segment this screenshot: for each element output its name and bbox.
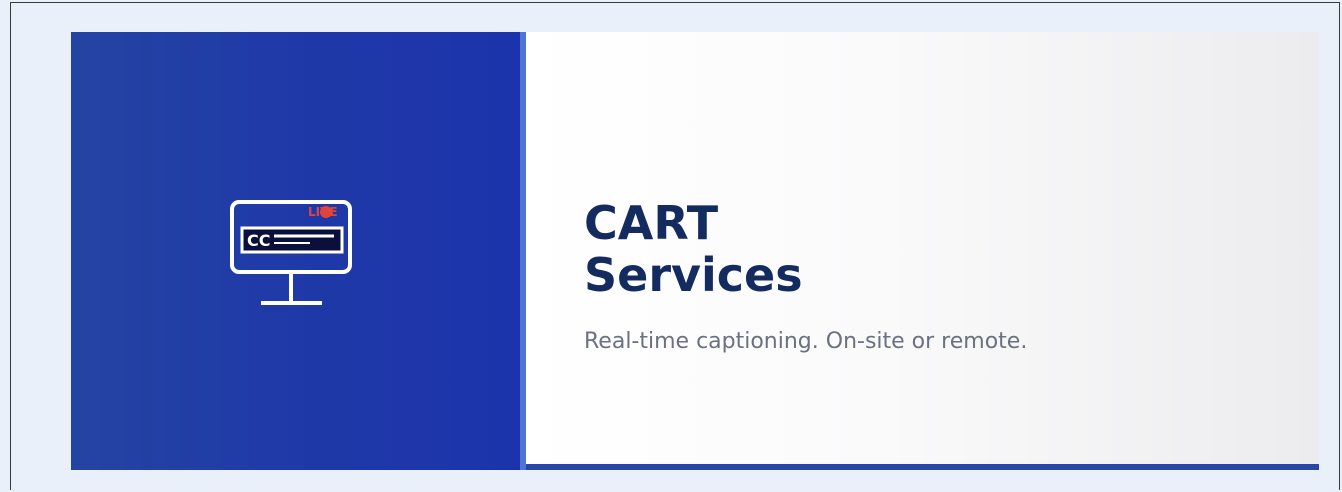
icon-panel: CC LIVE (71, 32, 520, 470)
service-title: CART Services (584, 197, 1027, 301)
page-frame: CC LIVE CART Services Real-ti (10, 2, 1340, 490)
text-panel: CART Services Real-time captioning. On-s… (526, 32, 1319, 470)
service-title-line2: Services (584, 248, 803, 302)
service-subtitle: Real-time captioning. On-site or remote. (584, 329, 1028, 354)
service-title-line1: CART (584, 196, 719, 250)
cc-label: CC (247, 231, 270, 250)
service-card[interactable]: CC LIVE CART Services Real-ti (71, 32, 1319, 470)
accent-bar (526, 464, 1319, 470)
live-captioning-monitor-icon: CC LIVE (228, 198, 356, 314)
live-dot (319, 206, 332, 218)
service-content: CART Services Real-time captioning. On-s… (584, 197, 1027, 354)
